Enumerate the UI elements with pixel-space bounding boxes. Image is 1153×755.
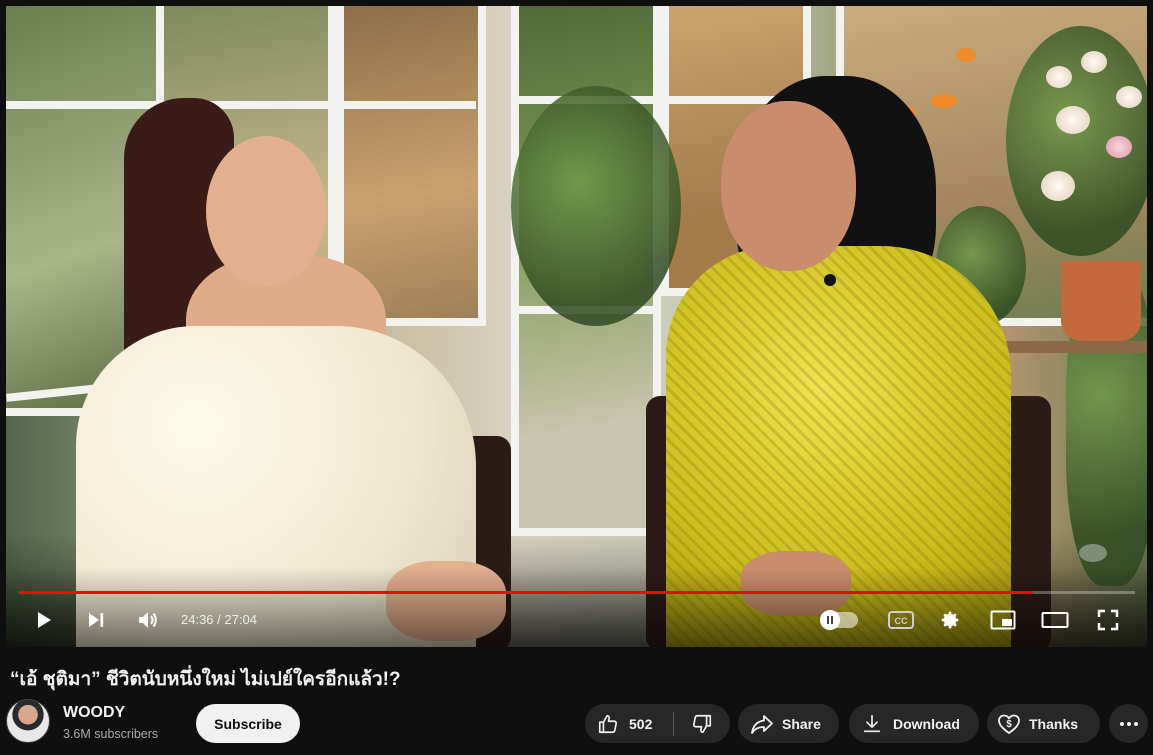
like-count: 502 bbox=[629, 715, 653, 732]
like-button[interactable]: 502 bbox=[585, 704, 673, 743]
download-icon bbox=[863, 714, 881, 732]
cc-icon: CC bbox=[888, 611, 914, 629]
channel-name[interactable]: WOODY bbox=[63, 704, 125, 722]
svg-text:$: $ bbox=[1006, 719, 1012, 730]
next-icon bbox=[89, 613, 104, 627]
fullscreen-icon bbox=[1097, 609, 1119, 631]
video-title: “เอ้ ชุติมา” ชีวิตนับหนึ่งใหม่ ไม่เปย์ใค… bbox=[10, 669, 401, 690]
thanks-icon: $ bbox=[998, 714, 1020, 734]
next-button[interactable] bbox=[78, 602, 114, 638]
thumbs-up-icon bbox=[598, 714, 618, 733]
share-label: Share bbox=[782, 715, 821, 732]
miniplayer-icon bbox=[990, 610, 1016, 630]
theater-icon bbox=[1041, 612, 1069, 628]
video-player[interactable]: 24:36 / 27:04 CC bbox=[6, 6, 1147, 647]
subscribe-button[interactable]: Subscribe bbox=[196, 704, 300, 743]
play-button[interactable] bbox=[26, 602, 62, 638]
download-button[interactable]: Download bbox=[849, 704, 979, 743]
fullscreen-button[interactable] bbox=[1090, 602, 1126, 638]
more-icon bbox=[1119, 721, 1138, 726]
share-icon bbox=[751, 714, 773, 734]
duration: 27:04 bbox=[224, 612, 257, 627]
channel-watermark bbox=[1079, 544, 1107, 562]
svg-text:CC: CC bbox=[895, 616, 908, 626]
autoplay-toggle[interactable] bbox=[820, 610, 858, 630]
progress-played bbox=[18, 591, 1034, 594]
player-controls: 24:36 / 27:04 CC bbox=[6, 602, 1147, 638]
volume-button[interactable] bbox=[130, 602, 166, 638]
thanks-button[interactable]: $ Thanks bbox=[987, 704, 1100, 743]
dislike-button[interactable] bbox=[674, 704, 730, 743]
volume-icon bbox=[139, 612, 157, 628]
thanks-label: Thanks bbox=[1029, 715, 1079, 732]
share-button[interactable]: Share bbox=[738, 704, 839, 743]
thumbs-down-icon bbox=[692, 714, 712, 733]
progress-bar[interactable] bbox=[18, 591, 1135, 594]
gear-icon bbox=[941, 611, 959, 629]
more-actions-button[interactable] bbox=[1109, 704, 1148, 743]
miniplayer-button[interactable] bbox=[985, 602, 1021, 638]
play-icon bbox=[38, 612, 51, 628]
like-dislike-group: 502 bbox=[585, 704, 730, 743]
theater-button[interactable] bbox=[1037, 602, 1073, 638]
video-frame[interactable] bbox=[6, 6, 1147, 647]
settings-button[interactable] bbox=[932, 602, 968, 638]
time-separator: / bbox=[217, 612, 221, 627]
download-label: Download bbox=[893, 715, 960, 732]
channel-avatar[interactable] bbox=[6, 699, 50, 743]
current-time: 24:36 bbox=[181, 612, 214, 627]
subscriber-count: 3.6M subscribers bbox=[63, 727, 159, 741]
time-display: 24:36 / 27:04 bbox=[181, 612, 257, 627]
captions-button[interactable]: CC bbox=[883, 602, 919, 638]
